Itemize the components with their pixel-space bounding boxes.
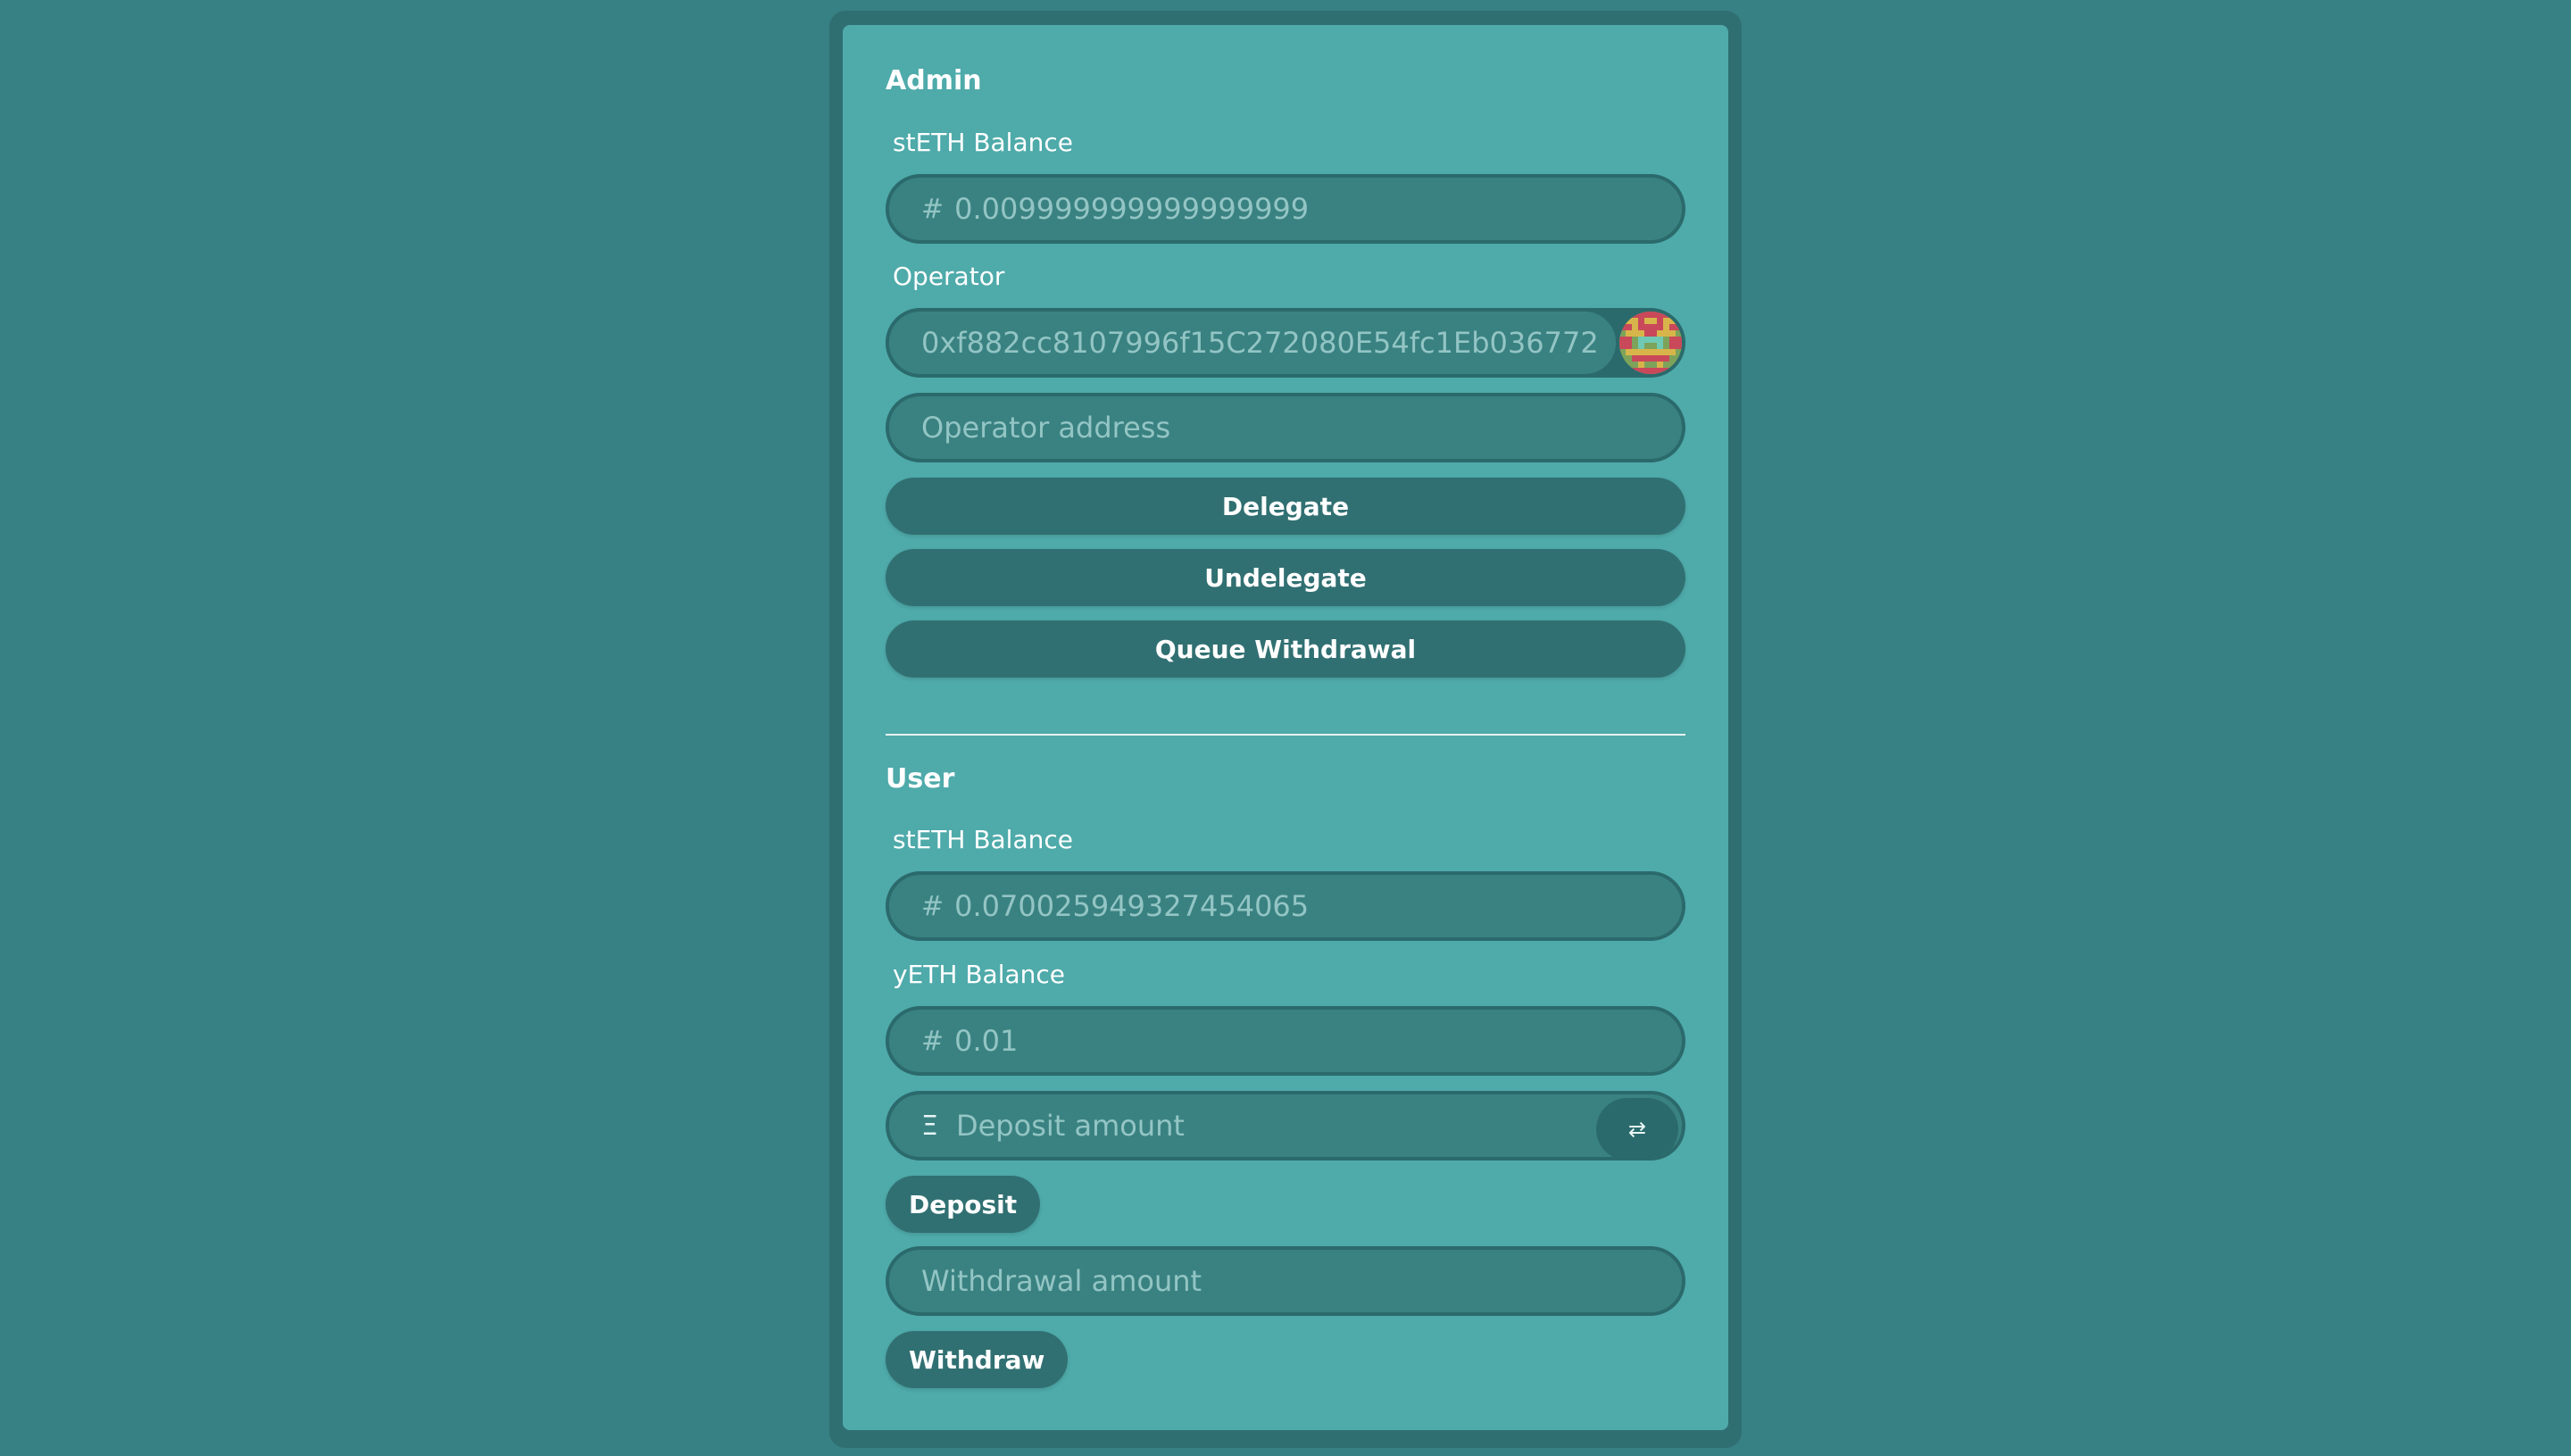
hash-icon: #: [921, 890, 944, 922]
admin-steth-balance-value: 0.009999999999999999: [954, 192, 1310, 226]
yeth-balance-value: 0.01: [954, 1024, 1019, 1058]
main-card: Admin stETH Balance # 0.0099999999999999…: [843, 25, 1728, 1430]
operator-address-field: 0xf882cc8107996f15C272080E54fc1Eb0367725…: [886, 308, 1619, 378]
queue-withdrawal-button[interactable]: Queue Withdrawal: [886, 620, 1685, 678]
user-steth-balance-value: 0.070025949327454065: [954, 889, 1310, 923]
ether-icon: Ξ: [921, 1110, 938, 1142]
operator-avatar-icon: [1619, 312, 1682, 374]
undelegate-button[interactable]: Undelegate: [886, 549, 1685, 606]
yeth-balance-field: # 0.01: [886, 1006, 1685, 1076]
admin-steth-balance-label: stETH Balance: [893, 128, 1073, 157]
user-steth-balance-label: stETH Balance: [893, 825, 1073, 854]
user-steth-balance-field: # 0.070025949327454065: [886, 871, 1685, 941]
swap-icon[interactable]: ⇄: [1596, 1098, 1678, 1157]
user-section-title: User: [886, 763, 955, 795]
operator-address-input-field: [886, 393, 1685, 462]
hash-icon: #: [921, 193, 944, 225]
operator-address-pill: 0xf882cc8107996f15C272080E54fc1Eb0367725…: [886, 308, 1685, 378]
operator-address-input[interactable]: [921, 411, 1682, 445]
withdrawal-amount-input[interactable]: [921, 1264, 1682, 1298]
operator-address-value: 0xf882cc8107996f15C272080E54fc1Eb0367725…: [921, 326, 1598, 360]
yeth-balance-label: yETH Balance: [893, 960, 1065, 989]
admin-steth-balance-field: # 0.009999999999999999: [886, 174, 1685, 244]
withdraw-button[interactable]: Withdraw: [886, 1331, 1069, 1388]
operator-label: Operator: [893, 262, 1005, 291]
deposit-amount-input[interactable]: [955, 1109, 1584, 1143]
withdrawal-amount-field: [886, 1246, 1685, 1316]
section-divider: [886, 734, 1685, 736]
delegate-button[interactable]: Delegate: [886, 478, 1685, 535]
deposit-button[interactable]: Deposit: [886, 1176, 1041, 1233]
operator-address-display: 0xf882cc8107996f15C272080E54fc1Eb0367725…: [886, 308, 1685, 378]
admin-section-title: Admin: [886, 65, 982, 96]
deposit-amount-field: Ξ ⇄: [886, 1091, 1685, 1161]
hash-icon: #: [921, 1025, 944, 1057]
